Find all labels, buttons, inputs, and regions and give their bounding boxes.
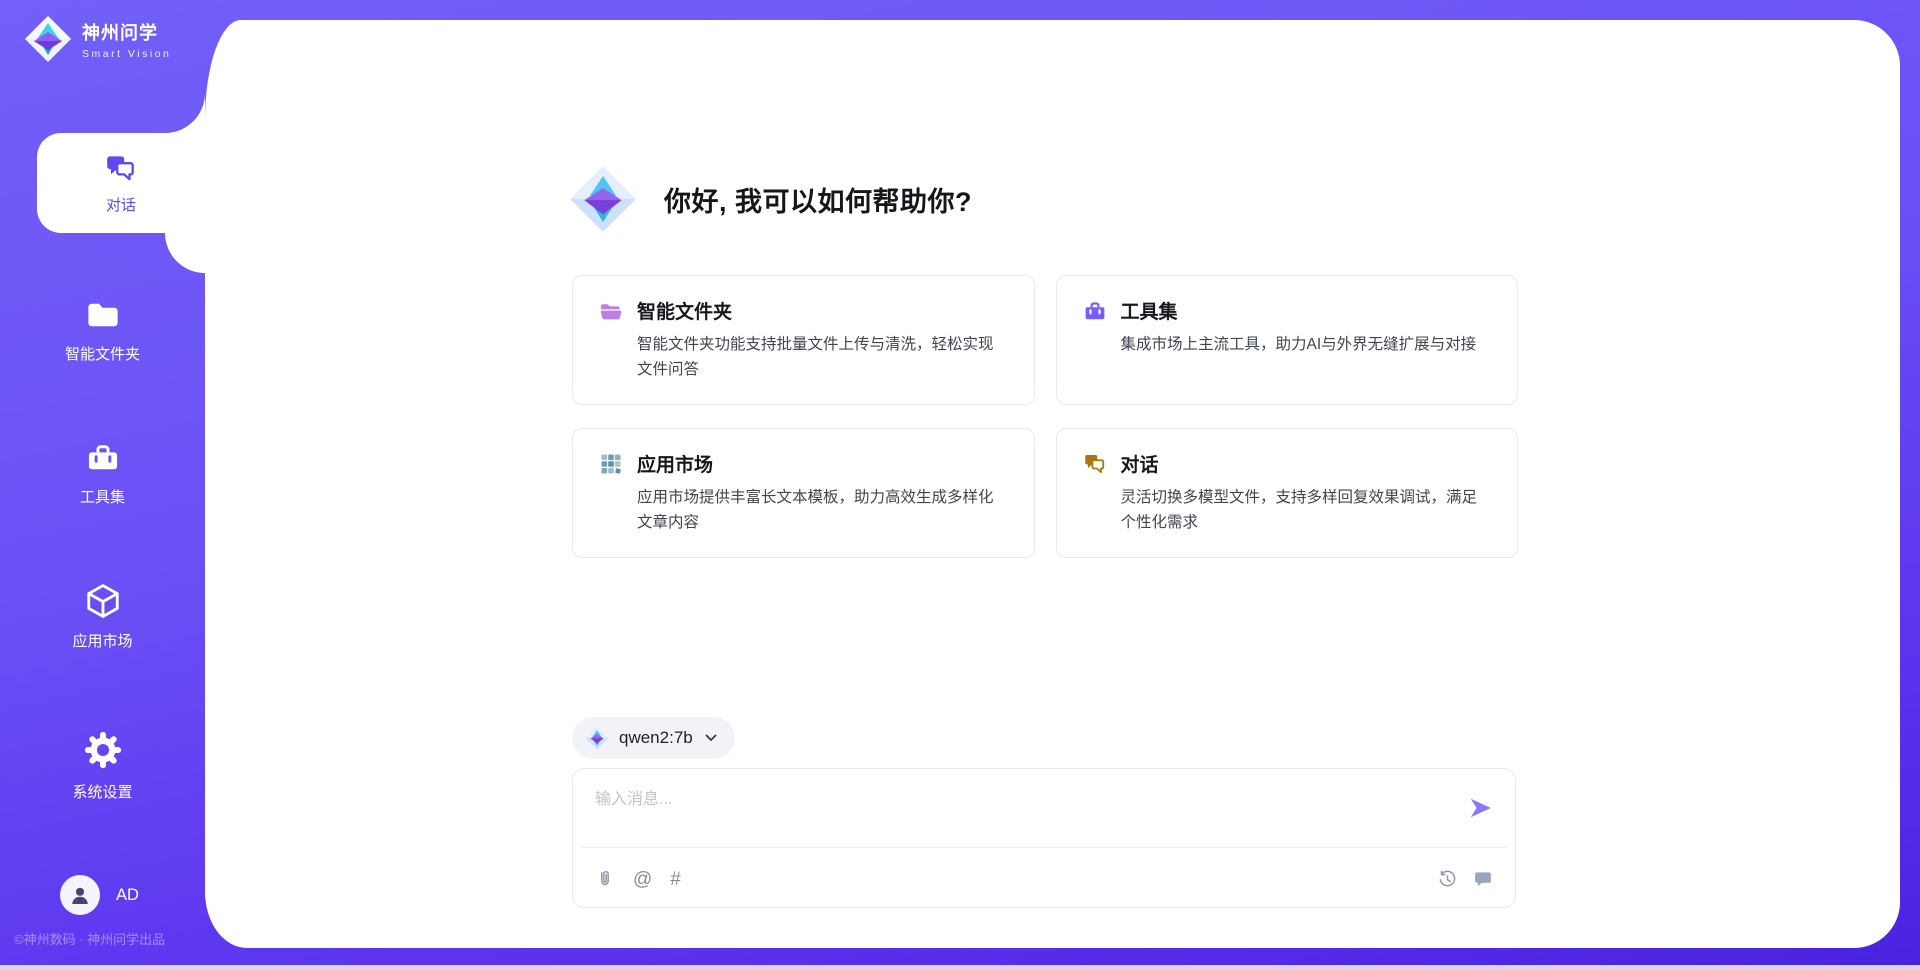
folder-icon [85,297,121,333]
main-panel: 你好, 我可以如何帮助你? 智能文件夹 智能文件夹功能支持批量文件上传与清洗，轻… [205,20,1900,948]
at-icon[interactable]: @ [633,870,652,889]
comment-icon[interactable] [1473,869,1493,889]
card-chat[interactable]: 对话 灵活切换多模型文件，支持多样回复效果调试，满足个性化需求 [1056,428,1519,558]
message-input[interactable] [595,785,1415,815]
card-description: 应用市场提供丰富长文本模板，助力高效生成多样化文章内容 [637,486,1008,536]
hash-icon[interactable]: # [670,870,681,889]
sidebar-item-settings[interactable]: 系统设置 [0,729,205,802]
sidebar-item-app-market[interactable]: 应用市场 [0,582,205,651]
gear-icon [82,729,124,771]
chevron-down-icon [703,730,719,746]
sidebar-item-label: 系统设置 [72,781,132,802]
user-profile[interactable]: AD [60,875,139,915]
model-selector-value: qwen2:7b [619,728,693,748]
sidebar-item-toolset[interactable]: 工具集 [0,440,205,507]
composer-divider [581,847,1507,848]
sidebar-item-label: 智能文件夹 [65,343,140,364]
diamond-logo-icon [568,164,638,234]
sidebar-item-label: 对话 [106,194,136,215]
paperclip-icon[interactable] [595,869,615,889]
diamond-logo-icon [585,726,609,750]
card-description: 智能文件夹功能支持批量文件上传与清洗，轻松实现文件问答 [637,333,1008,383]
chat-icon [1083,452,1107,476]
window-bottom-edge [0,965,1920,970]
greeting: 你好, 我可以如何帮助你? [568,164,972,234]
card-app-market[interactable]: 应用市场 应用市场提供丰富长文本模板，助力高效生成多样化文章内容 [572,428,1035,558]
folder-open-icon [599,299,623,323]
brand-name: 神州问学 [82,19,171,45]
card-smart-folder[interactable]: 智能文件夹 智能文件夹功能支持批量文件上传与清洗，轻松实现文件问答 [572,275,1035,405]
user-initials: AD [116,886,139,905]
card-title: 对话 [1121,450,1159,477]
apps-grid-icon [599,452,623,476]
card-description: 灵活切换多模型文件，支持多样回复效果调试，满足个性化需求 [1121,486,1492,536]
sidebar-item-smart-folder[interactable]: 智能文件夹 [0,297,205,364]
composer-toolbar: @ # [595,861,1493,897]
message-composer: @ # [572,768,1516,908]
greeting-text: 你好, 我可以如何帮助你? [664,180,972,219]
card-title: 工具集 [1121,297,1178,324]
person-icon [67,882,93,908]
model-selector[interactable]: qwen2:7b [572,717,735,759]
sidebar-item-chat[interactable]: 对话 [37,133,205,233]
brand-subtitle: Smart Vision [82,48,171,60]
card-toolset[interactable]: 工具集 集成市场上主流工具，助力AI与外界无缝扩展与对接 [1056,275,1519,405]
diamond-logo-icon [24,15,72,63]
sidebar-item-label: 工具集 [80,486,125,507]
toolbox-icon [1083,299,1107,323]
feature-cards: 智能文件夹 智能文件夹功能支持批量文件上传与清洗，轻松实现文件问答 工具集 集成… [572,275,1518,558]
copyright-footer: ©神州数码 · 神州问学出品 [14,929,165,948]
history-icon[interactable] [1437,869,1458,890]
card-description: 集成市场上主流工具，助力AI与外界无缝扩展与对接 [1121,333,1492,358]
send-icon[interactable] [1467,795,1493,821]
sidebar-item-label: 应用市场 [72,630,132,651]
chat-icon [104,151,138,185]
cube-icon [84,582,122,620]
toolbox-icon [85,440,121,476]
card-title: 智能文件夹 [637,297,732,324]
avatar [60,875,100,915]
brand-logo: 神州问学 Smart Vision [24,15,171,63]
card-title: 应用市场 [637,450,713,477]
app-window: 神州问学 Smart Vision 对话 智能文件夹 工具集 [0,0,1920,970]
